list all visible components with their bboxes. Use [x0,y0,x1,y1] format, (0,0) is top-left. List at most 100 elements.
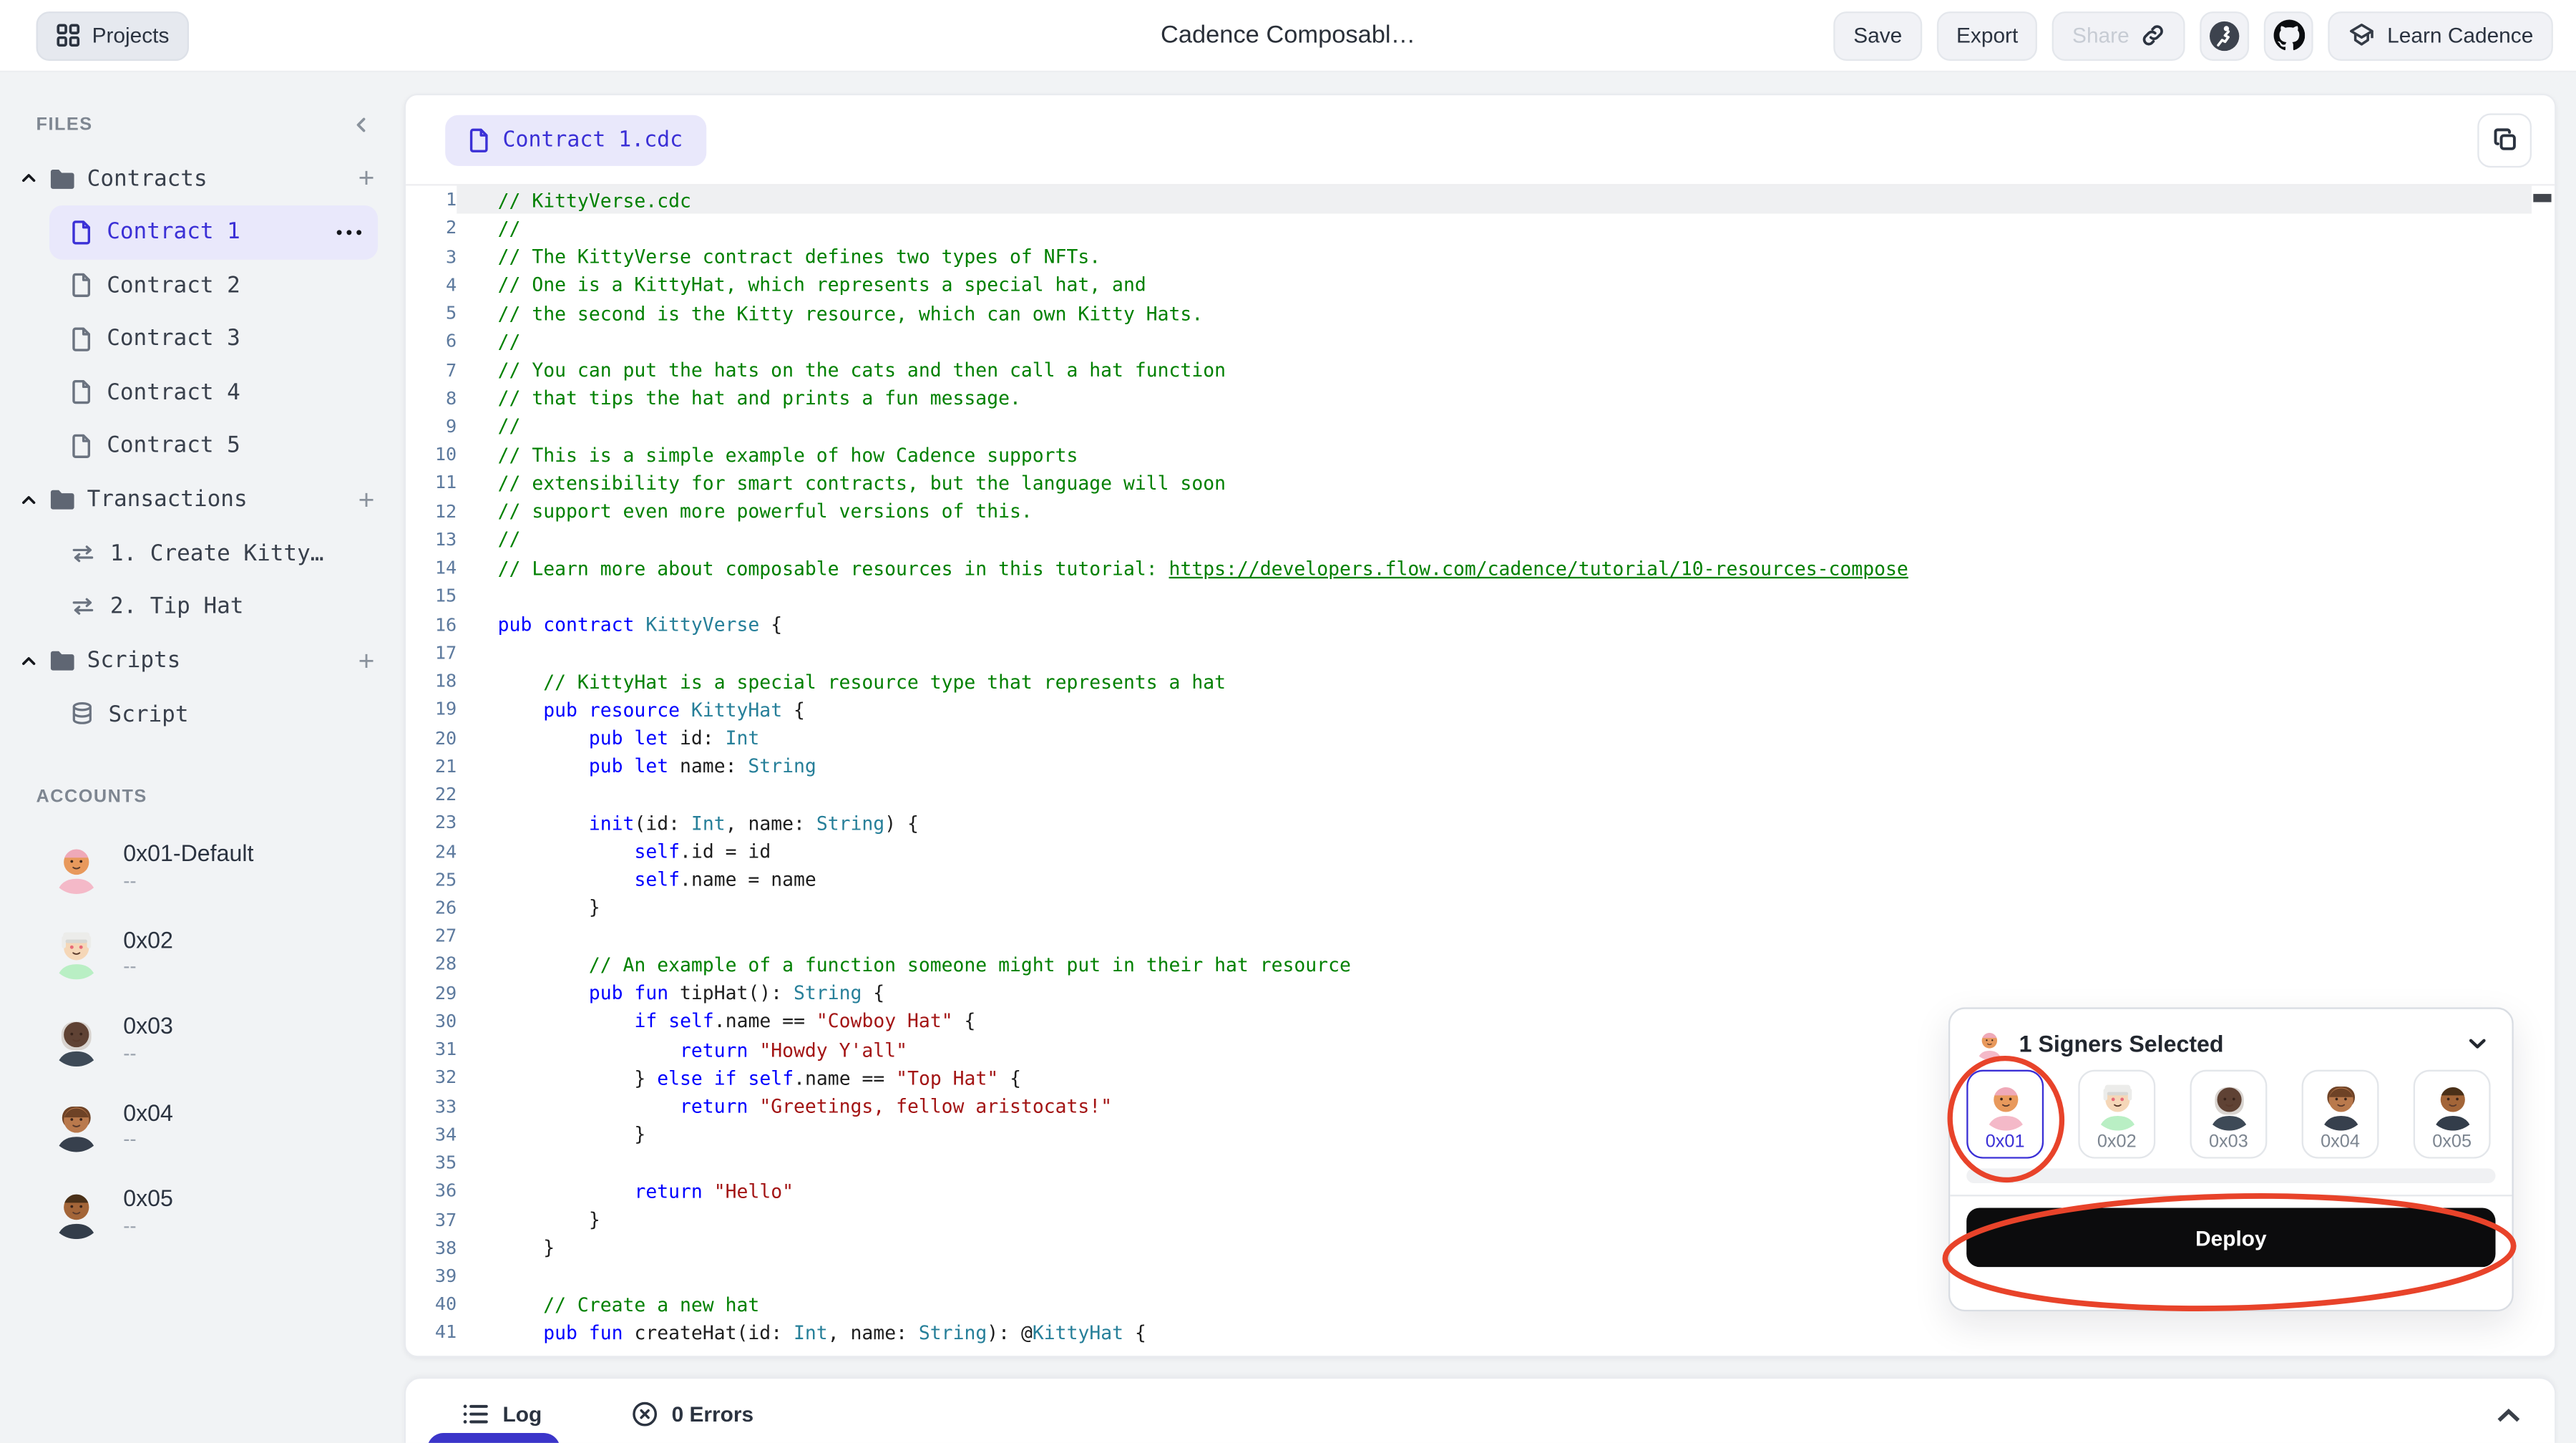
sidebar-item-contract-4[interactable]: Contract 4 [49,366,378,419]
editor-scrollbar-thumb[interactable] [2533,193,2552,203]
code-line[interactable]: 8 // that tips the hat and prints a fun m… [406,384,2532,412]
file-icon [72,380,91,404]
editor-panel: Contract 1.cdc 1// KittyVerse.cdc 2 // 3 // … [404,93,2557,1358]
account-info: 0x04 -- [123,1099,173,1152]
sidebar-item-script[interactable]: Script [49,688,378,742]
line-number: 17 [434,642,457,664]
code-line[interactable]: 10 // This is a simple example of how Cad… [406,441,2532,470]
account-row-0x05[interactable]: 0x05 -- [0,1168,404,1255]
code-line[interactable]: 4 // One is a KittyHat, which represents … [406,271,2532,299]
signers-header[interactable]: 1 Signers Selected [1950,1009,2512,1070]
copy-code-button[interactable] [2477,112,2532,167]
add-script-button[interactable]: + [358,646,375,674]
add-transaction-button[interactable]: + [358,485,375,513]
line-number: 19 [434,699,457,721]
folder-transactions[interactable]: Transactions + [0,472,404,527]
account-info: 0x02 -- [123,926,173,980]
signer-card-0x04[interactable]: 0x04 [2301,1069,2379,1159]
account-row-0x02[interactable]: 0x02 -- [0,910,404,996]
errors-tab[interactable]: 0 Errors [630,1400,753,1428]
code-line[interactable]: 22 [406,780,2532,809]
save-button[interactable]: Save [1833,10,1922,60]
code-line[interactable]: 41 pub fun createHat(id: Int, name: Stri… [406,1318,2532,1347]
code-text: // KittyVerse.cdc [457,185,2532,215]
chevron-down-icon[interactable] [2466,1032,2489,1055]
code-line[interactable]: 9 // [406,412,2532,441]
code-line[interactable]: 17 [406,639,2532,668]
collapse-sidebar-icon[interactable] [351,115,371,135]
folder-scripts[interactable]: Scripts + [0,633,404,688]
folder-contracts[interactable]: Contracts + [0,151,404,205]
sidebar-item-contract-2[interactable]: Contract 2 [49,259,378,313]
primary-action-button-partial[interactable] [426,1433,560,1443]
avatar [57,1194,97,1239]
avatar [2433,1087,2472,1131]
add-contract-button[interactable]: + [358,165,375,193]
sidebar-item-contract-1[interactable]: Contract 1 [49,205,379,259]
code-line[interactable]: 6 // [406,327,2532,356]
sidebar-item-transaction-2[interactable]: 2. Tip Hat [49,580,378,633]
line-number: 41 [434,1322,457,1344]
item-menu-button[interactable] [336,229,362,235]
chevron-up-icon [22,495,36,503]
export-label: Export [1956,23,2019,48]
signer-card-0x02[interactable]: 0x02 [2078,1069,2156,1159]
account-info: 0x01-Default -- [123,840,253,893]
signer-card-0x05[interactable]: 0x05 [2413,1069,2491,1159]
sidebar-item-contract-5[interactable]: Contract 5 [49,419,378,472]
sidebar-item-label: Contract 3 [107,326,240,352]
code-line[interactable]: 23 init (id: Int, name: String) { [406,809,2532,837]
projects-button[interactable]: Projects [36,10,189,60]
code-line[interactable]: 25 self .name = name [406,865,2532,894]
line-number: 14 [434,557,457,579]
account-row-0x03[interactable]: 0x03 -- [0,996,404,1082]
community-button[interactable] [2200,10,2250,60]
code-line[interactable]: 1// KittyVerse.cdc [406,185,2532,215]
code-line[interactable]: 20 pub let id: Int [406,724,2532,752]
line-number: 40 [434,1293,457,1316]
code-line[interactable]: 13 // [406,525,2532,554]
code-line[interactable]: 3 // The KittyVerse contract defines two … [406,243,2532,271]
deploy-button[interactable]: Deploy [1966,1208,2496,1268]
github-button[interactable] [2263,10,2313,60]
sidebar-item-contract-3[interactable]: Contract 3 [49,312,378,366]
code-line[interactable]: 27 [406,922,2532,951]
code-line[interactable]: 5 // the second is the Kitty resource, wh… [406,299,2532,328]
files-header: FILES [0,112,404,138]
code-line[interactable]: 28 // An example of a function someone m… [406,951,2532,979]
avatar [2097,1084,2136,1131]
code-line[interactable]: 29 pub fun tipHat(): String { [406,978,2532,1007]
line-number: 15 [434,586,457,608]
code-line[interactable]: 16 pub contract KittyVerse { [406,611,2532,639]
code-line[interactable]: 12 // support even more powerful versions… [406,497,2532,526]
code-line[interactable]: 19 pub resource KittyHat { [406,696,2532,724]
code-line[interactable]: 24 self .id = id [406,837,2532,866]
account-row-0x04[interactable]: 0x04 -- [0,1082,404,1169]
signers-scrollbar-track[interactable] [1966,1168,2496,1184]
account-row-0x01[interactable]: 0x01-Default -- [0,823,404,910]
code-line[interactable]: 14 // Learn more about composable resourc… [406,554,2532,583]
signer-mini-avatar [1973,1027,2006,1060]
code-line[interactable]: 21 pub let name: String [406,752,2532,781]
code-line[interactable]: 2 // [406,214,2532,243]
code-line[interactable]: 15 [406,582,2532,611]
line-number: 28 [434,953,457,976]
share-button[interactable]: Share [2052,10,2185,60]
line-number: 7 [446,359,457,381]
signer-card-0x01[interactable]: 0x01 [1966,1069,2044,1159]
expand-panel-chevron-icon[interactable] [2496,1403,2522,1426]
avatar [1986,1087,2024,1131]
export-button[interactable]: Export [1936,10,2038,60]
code-line[interactable]: 7 // You can put the hats on the cats and… [406,356,2532,384]
sidebar-item-transaction-1[interactable]: 1. Create Kitty… [49,527,378,580]
code-line[interactable]: 26 } [406,894,2532,923]
code-line[interactable]: 18 // KittyHat is a special resource typ… [406,667,2532,696]
tab-contract-1-cdc[interactable]: Contract 1.cdc [445,114,706,165]
log-tab[interactable]: Log [462,1401,542,1427]
signer-card-0x03[interactable]: 0x03 [2190,1069,2268,1159]
code-line[interactable]: 11 // extensibility for smart contracts, … [406,469,2532,497]
learn-cadence-button[interactable]: Learn Cadence [2328,10,2553,60]
folder-contracts-label: Contracts [87,165,208,192]
workspace: FILES Contracts + Contract 1 Contract 2 [0,72,2576,1443]
